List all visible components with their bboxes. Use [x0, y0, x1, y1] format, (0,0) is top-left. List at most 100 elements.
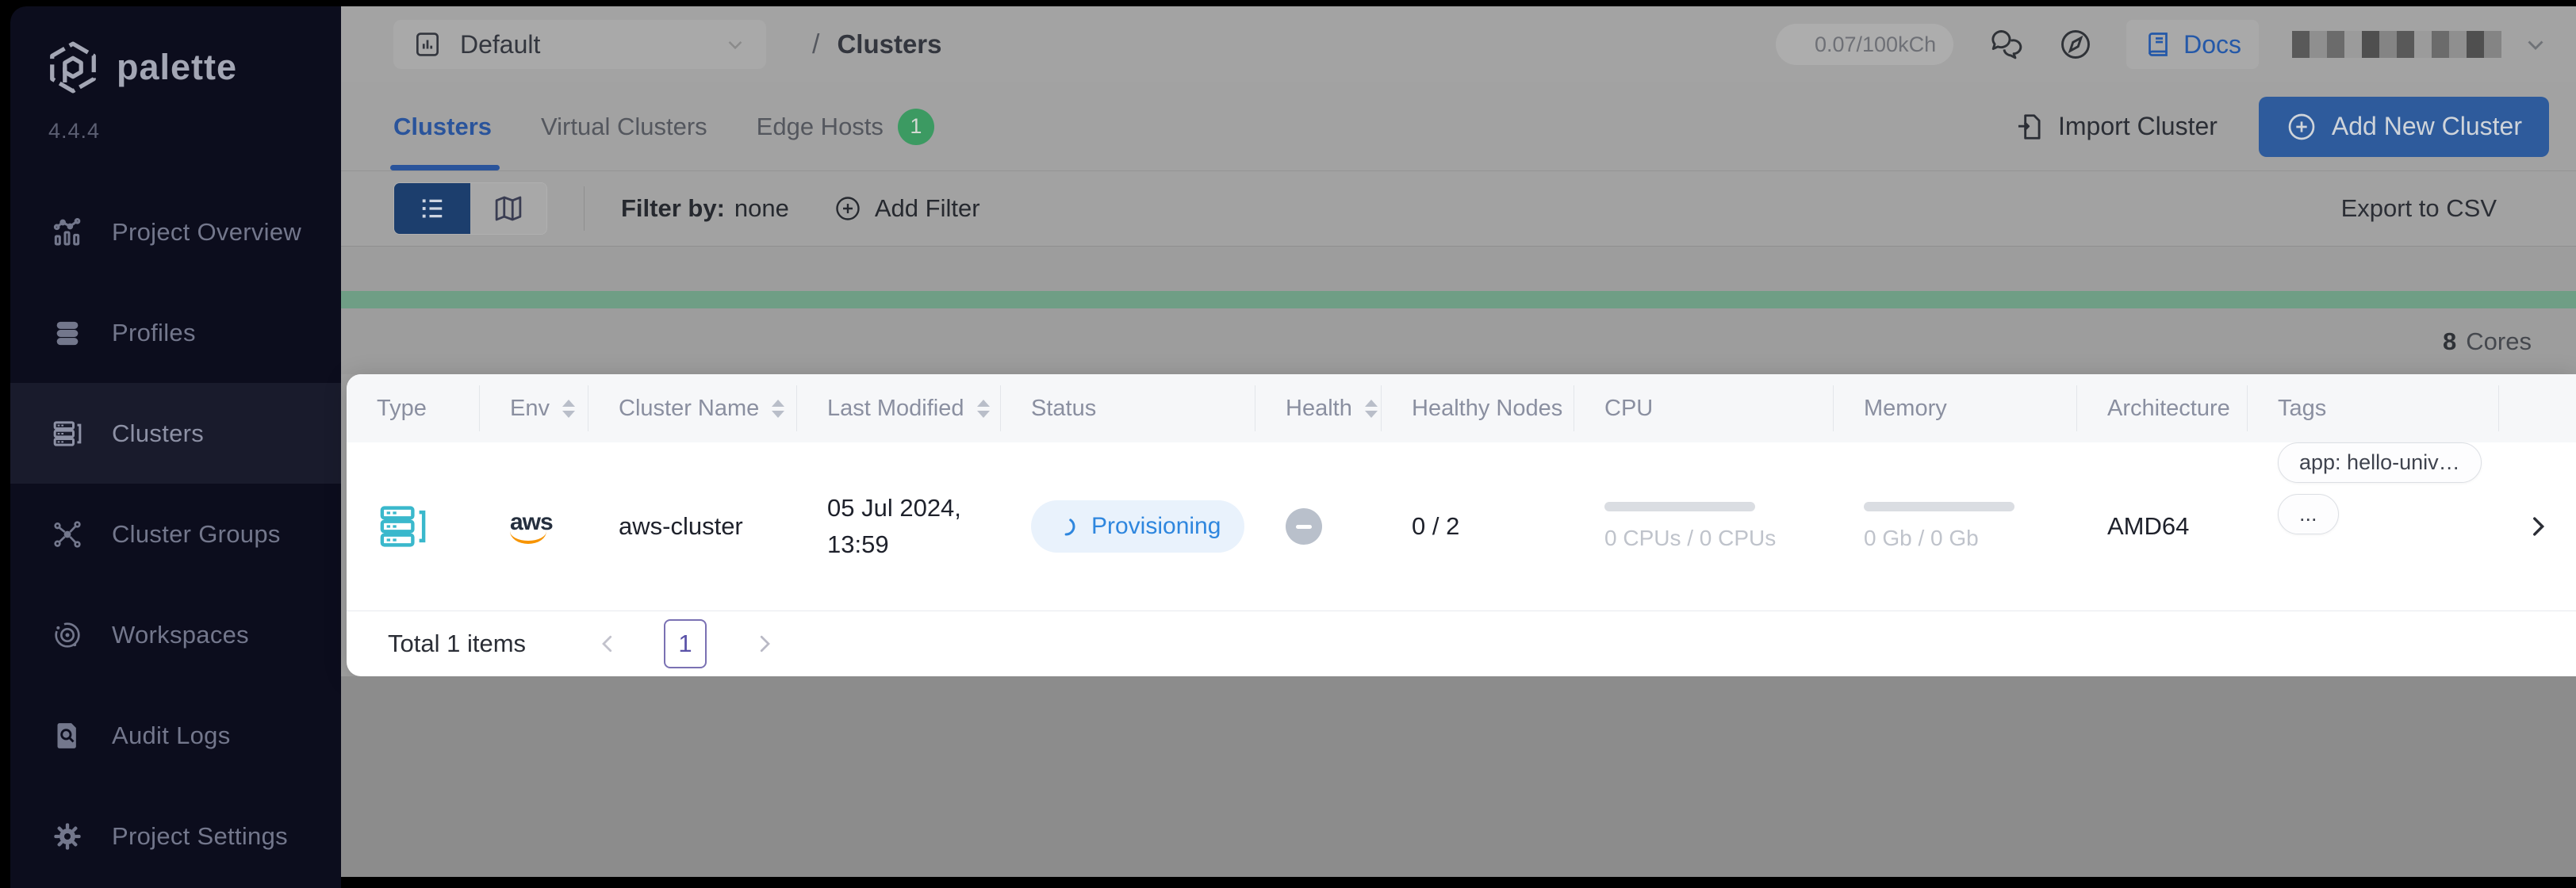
tag-overflow-pill[interactable]: ... — [2278, 494, 2339, 534]
cores-unit: Cores — [2466, 327, 2532, 355]
cluster-type-icon — [377, 500, 429, 553]
spinner-icon — [1055, 515, 1077, 538]
tag-pill[interactable]: app: hello-univ… — [2278, 442, 2482, 483]
sidebar-item-profiles[interactable]: Profiles — [10, 282, 341, 383]
sort-icon[interactable] — [1364, 399, 1378, 418]
column-header-tags[interactable]: Tags — [2248, 374, 2499, 442]
page-background — [341, 676, 2576, 877]
filter-by-value: none — [734, 194, 789, 222]
layers-icon — [52, 317, 83, 349]
filter-by-label: Filter by: — [621, 194, 725, 222]
plus-circle-icon — [2286, 111, 2317, 143]
chevron-right-icon — [2524, 511, 2551, 542]
bar-chart-icon — [52, 216, 83, 248]
import-file-icon — [2015, 112, 2045, 142]
breadcrumb: / Clusters — [812, 29, 942, 60]
tab-bar: Clusters Virtual Clusters Edge Hosts 1 I… — [341, 82, 2576, 171]
add-new-cluster-button[interactable]: Add New Cluster — [2258, 96, 2549, 157]
memory-meter-label: 0 Gb / 0 Gb — [1864, 526, 1979, 550]
docs-link[interactable]: Docs — [2126, 20, 2259, 69]
column-header-status[interactable]: Status — [1001, 374, 1255, 442]
sidebar-item-label: Project Settings — [112, 821, 288, 850]
import-cluster-button[interactable]: Import Cluster — [2015, 112, 2218, 142]
cell-status: Provisioning — [1001, 442, 1255, 610]
table-row[interactable]: aws aws-cluster 05 Jul 2024, 13:59 Provi… — [347, 442, 2576, 610]
import-cluster-label: Import Cluster — [2057, 112, 2218, 140]
breadcrumb-separator: / — [812, 29, 820, 59]
sidebar: palette 4.4.4 Project Overview Profiles … — [10, 6, 341, 888]
page-number-button[interactable]: 1 — [664, 619, 707, 668]
sidebar-item-cluster-groups[interactable]: Cluster Groups — [10, 484, 341, 584]
brand-name: palette — [117, 47, 238, 87]
gear-icon — [52, 821, 83, 852]
column-label: Last Modified — [827, 395, 964, 421]
sort-icon[interactable] — [976, 399, 990, 418]
memory-meter: 0 Gb / 0 Gb — [1864, 502, 2014, 551]
export-csv-button[interactable]: Export to CSV — [2341, 194, 2497, 223]
add-filter-button[interactable]: Add Filter — [834, 194, 980, 223]
column-header-healthy-nodes[interactable]: Healthy Nodes — [1382, 374, 1574, 442]
table-header: Type Env Cluster Name Last Modified Stat… — [347, 374, 2576, 442]
column-header-last-modified[interactable]: Last Modified — [797, 374, 1001, 442]
spacer — [341, 247, 2576, 291]
tabs: Clusters Virtual Clusters Edge Hosts 1 — [389, 82, 934, 170]
chevron-down-icon — [723, 33, 747, 56]
column-label: Memory — [1864, 395, 1947, 421]
user-menu[interactable] — [2292, 27, 2549, 62]
cores-usage-label: 8 Cores — [341, 308, 2576, 374]
column-header-cpu[interactable]: CPU — [1574, 374, 1834, 442]
column-header-architecture[interactable]: Architecture — [2077, 374, 2248, 442]
chevron-down-icon — [2522, 31, 2549, 58]
map-view-button[interactable] — [470, 183, 546, 234]
sidebar-item-label: Clusters — [112, 419, 205, 447]
cell-health — [1255, 442, 1382, 610]
column-label: Tags — [2278, 395, 2327, 421]
cell-row-expand[interactable] — [2499, 442, 2576, 610]
add-filter-label: Add Filter — [874, 194, 980, 222]
cell-last-modified: 05 Jul 2024, 13:59 — [797, 442, 1001, 610]
sidebar-item-clusters[interactable]: Clusters — [10, 383, 341, 484]
server-stack-icon — [52, 418, 83, 450]
tab-virtual-clusters[interactable]: Virtual Clusters — [541, 82, 707, 170]
column-header-cluster-name[interactable]: Cluster Name — [588, 374, 797, 442]
sidebar-item-project-settings[interactable]: Project Settings — [10, 786, 341, 886]
cell-tags: app: hello-univ… ... — [2248, 442, 2499, 610]
last-modified-time: 13:59 — [827, 530, 889, 558]
project-scope-icon — [412, 29, 443, 59]
docs-label: Docs — [2183, 29, 2241, 59]
top-bar: Default / Clusters 0.07/100kCh Docs — [341, 6, 2576, 82]
palette-logo-icon — [45, 40, 101, 95]
pagination: Total 1 items 1 — [347, 610, 2576, 676]
sort-icon[interactable] — [772, 399, 785, 418]
column-header-env[interactable]: Env — [480, 374, 588, 442]
molecule-icon — [52, 519, 83, 550]
column-label: Healthy Nodes — [1412, 395, 1563, 421]
tab-edge-hosts[interactable]: Edge Hosts 1 — [757, 82, 934, 170]
sidebar-item-audit-logs[interactable]: Audit Logs — [10, 685, 341, 786]
column-header-type[interactable]: Type — [347, 374, 480, 442]
tab-label: Edge Hosts — [756, 112, 884, 140]
cell-cluster-name[interactable]: aws-cluster — [588, 442, 797, 610]
cell-memory: 0 Gb / 0 Gb — [1834, 442, 2077, 610]
column-header-memory[interactable]: Memory — [1834, 374, 2077, 442]
edge-hosts-count-badge: 1 — [897, 108, 934, 145]
chat-icon[interactable] — [1987, 27, 2025, 62]
sidebar-item-workspaces[interactable]: Workspaces — [10, 584, 341, 685]
memory-meter-bar — [1864, 502, 2014, 511]
compass-icon[interactable] — [2058, 27, 2093, 62]
sidebar-item-label: Workspaces — [112, 620, 249, 649]
cores-usage-bar — [341, 291, 2576, 308]
sort-icon[interactable] — [562, 399, 575, 418]
project-selector[interactable]: Default — [393, 20, 766, 69]
tab-clusters[interactable]: Clusters — [389, 82, 500, 170]
list-view-button[interactable] — [394, 183, 470, 234]
previous-page-button[interactable] — [596, 632, 619, 656]
next-page-button[interactable] — [753, 632, 776, 656]
sidebar-item-project-overview[interactable]: Project Overview — [10, 182, 341, 282]
app-version: 4.4.4 — [48, 119, 101, 143]
brand-logo: palette — [10, 6, 341, 95]
column-header-health[interactable]: Health — [1255, 374, 1382, 442]
column-header-actions — [2499, 374, 2576, 442]
last-modified-date: 05 Jul 2024, — [827, 494, 961, 522]
document-search-icon — [52, 720, 83, 752]
